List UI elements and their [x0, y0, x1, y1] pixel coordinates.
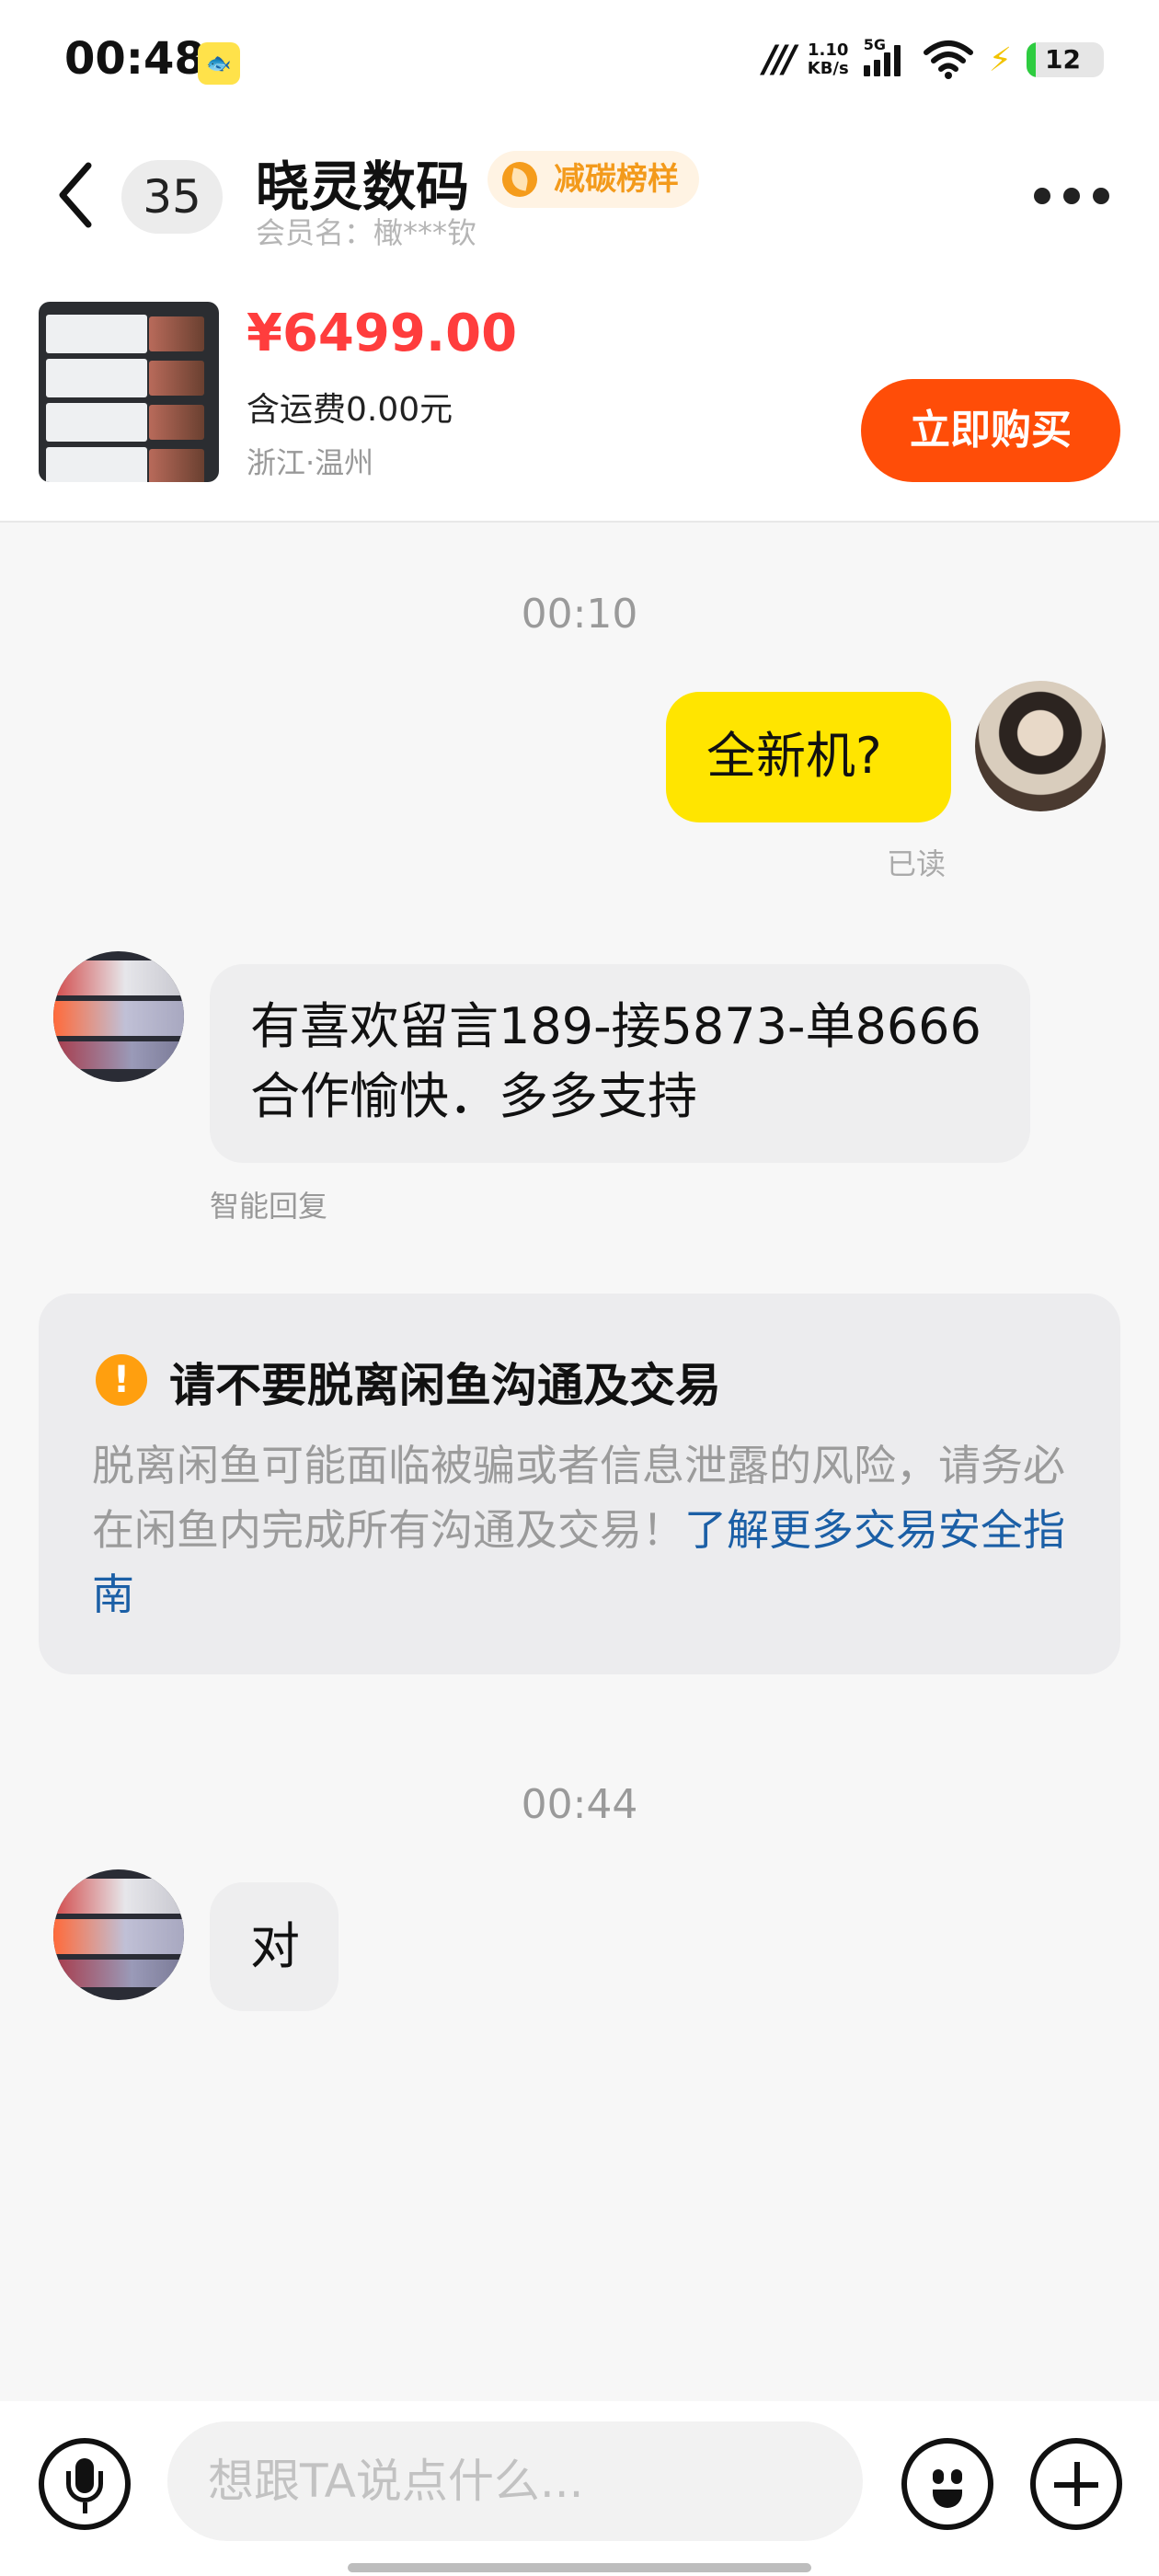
shipping-fee: 含运费0.00元	[247, 391, 453, 429]
home-indicator[interactable]	[348, 2563, 811, 2572]
battery-percent: 12	[1045, 44, 1081, 75]
signal-icon: 5G	[863, 36, 908, 78]
battery-icon: 12	[1027, 42, 1104, 77]
plus-icon[interactable]	[1030, 2438, 1122, 2530]
product-thumbnail[interactable]	[39, 302, 219, 482]
shop-tag-label: 减碳榜样	[554, 161, 679, 198]
charging-icon: ⚡	[988, 40, 1012, 79]
product-price: ¥6499.00	[247, 304, 518, 363]
product-card[interactable]: ¥6499.00 含运费0.00元 浙江·温州 立即购买	[0, 285, 1159, 523]
message-text-line: 有喜欢留言189-接5873-单8666	[250, 997, 981, 1055]
read-status: 已读	[887, 846, 947, 881]
shop-tag-badge[interactable]: 减碳榜样	[488, 151, 699, 208]
back-icon[interactable]	[53, 158, 99, 232]
shop-avatar[interactable]	[53, 1869, 184, 2000]
chat-header: 35 晓灵数码 减碳榜样 会员名：橄***钦	[0, 120, 1159, 285]
status-bar: 00:48 🐟 /// 1.10 KB/s 5G ⚡ 12	[0, 0, 1159, 120]
warning-icon: !	[96, 1354, 147, 1406]
network-speed: 1.10 KB/s	[807, 40, 849, 78]
message-input[interactable]	[167, 2421, 863, 2541]
chat-timestamp: 00:10	[521, 591, 638, 638]
smart-reply-label: 智能回复	[210, 1189, 328, 1224]
member-info: 会员名：橄***钦	[256, 210, 476, 252]
emoji-icon[interactable]	[901, 2438, 993, 2530]
member-label: 会员名：	[256, 215, 374, 250]
mic-icon[interactable]	[39, 2438, 131, 2530]
chat-timestamp: 00:44	[521, 1781, 638, 1828]
message-bubble-shop[interactable]: 对	[210, 1882, 339, 2011]
warning-title: 请不要脱离闲鱼沟通及交易	[169, 1359, 721, 1412]
shop-avatar[interactable]	[53, 951, 184, 1082]
my-avatar[interactable]	[975, 681, 1106, 811]
warning-body: 脱离闲鱼可能面临被骗或者信息泄露的风险，请务必在闲鱼内完成所有沟通及交易！了解更…	[92, 1433, 1085, 1627]
app-notification-icon: 🐟	[198, 42, 240, 85]
product-location: 浙江·温州	[247, 445, 374, 480]
network-icon: ///	[763, 39, 797, 81]
leaf-icon	[502, 162, 537, 197]
safety-warning-card: ! 请不要脱离闲鱼沟通及交易 脱离闲鱼可能面临被骗或者信息泄露的风险，请务必在闲…	[39, 1294, 1120, 1674]
message-bubble-me[interactable]: 全新机?	[666, 692, 951, 822]
unread-count-badge[interactable]: 35	[121, 160, 223, 234]
message-text-line: 合作愉快．多多支持	[250, 1067, 697, 1125]
message-bubble-shop[interactable]: 有喜欢留言189-接5873-单8666 合作愉快．多多支持	[210, 964, 1030, 1163]
signal-label: 5G	[863, 36, 886, 53]
status-icons: /// 1.10 KB/s 5G ⚡ 12	[763, 36, 1104, 83]
buy-now-button[interactable]: 立即购买	[861, 379, 1120, 482]
wifi-icon	[923, 40, 973, 79]
member-name: 橄***钦	[373, 215, 477, 250]
status-time: 00:48	[64, 33, 205, 85]
input-bar	[0, 2401, 1159, 2576]
more-icon[interactable]	[1034, 188, 1109, 204]
